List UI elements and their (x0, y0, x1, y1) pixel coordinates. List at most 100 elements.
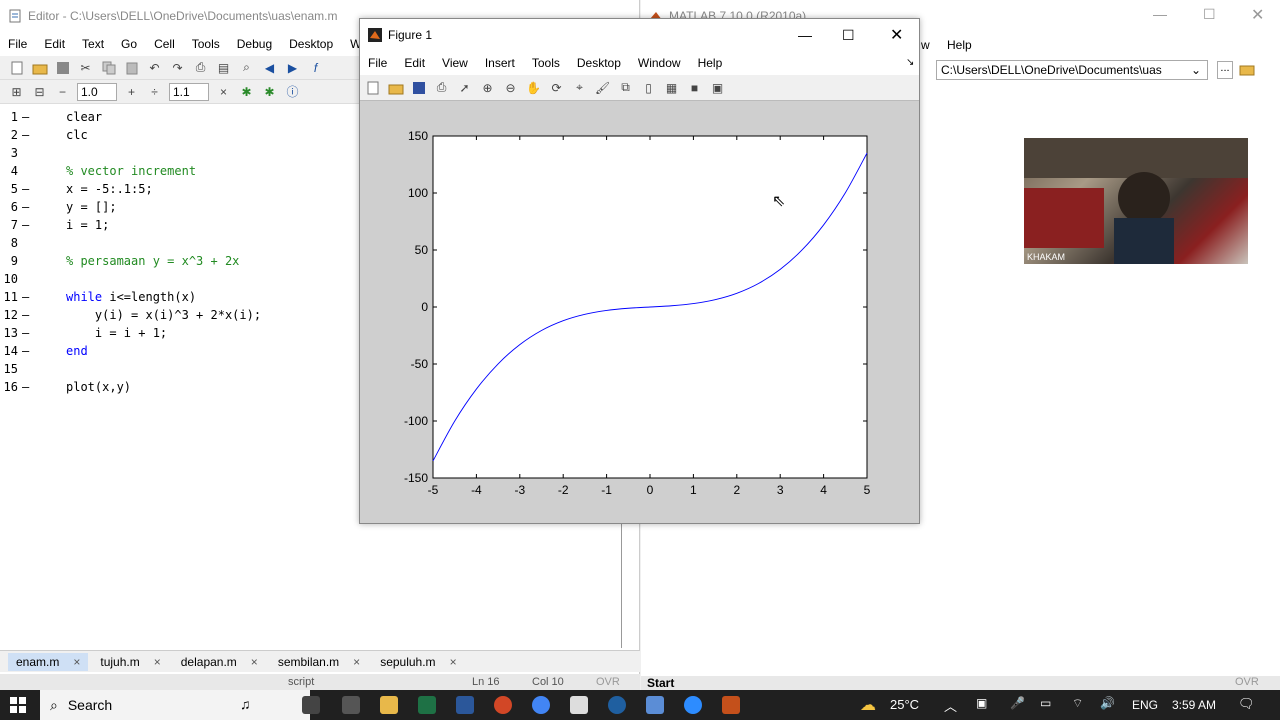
brush-icon[interactable]: 🖌 (594, 79, 611, 96)
new-figure-icon[interactable] (364, 79, 381, 96)
dock-arrow-icon[interactable]: ↘ (906, 57, 914, 68)
print-icon[interactable]: ⎙ (192, 59, 209, 76)
editor-tab[interactable]: sembilan.m × (270, 653, 368, 671)
editor-menu-item[interactable]: Debug (237, 37, 272, 51)
browse-folder-button[interactable]: ... (1217, 61, 1233, 79)
figure-close-button[interactable]: ✕ (890, 25, 903, 45)
figure-minimize-button[interactable]: — (798, 27, 812, 43)
breakpoint-marker[interactable]: – (22, 182, 34, 196)
plot-area[interactable]: -5 -4 -3 -2 -1 0 1 2 3 4 5 150 100 50 0 -50 -100 -150 (360, 101, 919, 523)
eval-advance-icon[interactable]: ✱ (261, 83, 278, 100)
matlab-taskbar-icon[interactable] (722, 696, 740, 714)
figure-menu-item[interactable]: File (368, 56, 387, 70)
insert-cell-icon[interactable]: ⊞ (8, 83, 25, 100)
current-folder-input[interactable]: C:\Users\DELL\OneDrive\Documents\uas ⌄ (936, 60, 1208, 80)
paste-icon[interactable] (123, 59, 140, 76)
breakpoint-marker[interactable]: – (22, 326, 34, 340)
figure-menu-item[interactable]: Edit (404, 56, 425, 70)
close-tab-icon[interactable]: × (450, 655, 457, 669)
figure-menu-item[interactable]: Insert (485, 56, 515, 70)
legend-icon[interactable]: ▦ (663, 79, 680, 96)
menu-window-partial[interactable]: w (921, 38, 930, 52)
info-icon[interactable]: ⓘ (284, 83, 301, 100)
editor-menu-item[interactable]: Text (82, 37, 104, 51)
folder-up-icon[interactable] (1239, 62, 1255, 79)
powerpoint-icon[interactable] (494, 696, 512, 714)
publish-icon[interactable]: ▤ (215, 59, 232, 76)
close-tab-icon[interactable]: × (251, 655, 258, 669)
editor-menu-item[interactable]: Go (121, 37, 137, 51)
breakpoint-marker[interactable]: – (22, 110, 34, 124)
new-file-icon[interactable] (8, 59, 25, 76)
copy-icon[interactable] (100, 59, 117, 76)
breakpoint-marker[interactable]: – (22, 344, 34, 358)
notification-icon[interactable]: 🗨 (1238, 696, 1255, 712)
back-icon[interactable]: ◀ (261, 59, 278, 76)
redo-icon[interactable]: ↷ (169, 59, 186, 76)
find-icon[interactable]: ⌕ (238, 59, 255, 76)
forward-icon[interactable]: ▶ (284, 59, 301, 76)
figure-menu-item[interactable]: Help (698, 56, 723, 70)
function-icon[interactable]: f (307, 59, 324, 76)
figure-menu-item[interactable]: View (442, 56, 468, 70)
notepad-icon[interactable] (570, 696, 588, 714)
start-button[interactable]: Start (647, 676, 674, 690)
meet-icon[interactable]: ▣ (976, 696, 987, 710)
close-tab-icon[interactable]: × (154, 655, 161, 669)
battery-icon[interactable]: ▭ (1040, 696, 1051, 710)
edit-plot-arrow-icon[interactable]: ➚ (456, 79, 473, 96)
file-explorer-icon[interactable] (380, 696, 398, 714)
breakpoint-marker[interactable]: – (22, 290, 34, 304)
figure-menu-item[interactable]: Window (638, 56, 681, 70)
windows-start-icon[interactable] (10, 697, 26, 716)
maximize-button[interactable]: ☐ (1203, 6, 1216, 23)
open-folder-icon[interactable] (31, 59, 48, 76)
pan-hand-icon[interactable]: ✋ (525, 79, 542, 96)
close-tab-icon[interactable]: × (353, 655, 360, 669)
menu-help[interactable]: Help (947, 38, 972, 52)
increment-button[interactable]: + (123, 83, 140, 100)
minimize-button[interactable]: — (1153, 6, 1167, 22)
speaker-icon[interactable]: 🔊 (1100, 696, 1115, 710)
breakpoint-marker[interactable]: – (22, 200, 34, 214)
decrement-value-field[interactable] (77, 82, 117, 101)
zoom-out-icon[interactable]: ⊖ (502, 79, 519, 96)
language-indicator[interactable]: ENG (1132, 698, 1158, 712)
rotate-3d-icon[interactable]: ⟳ (548, 79, 565, 96)
editor-menu-item[interactable]: Edit (44, 37, 65, 51)
divide-button[interactable]: ÷ (146, 83, 163, 100)
breakpoint-marker[interactable]: – (22, 128, 34, 142)
taskbar-search-box[interactable]: ⌕ Search ♫ (40, 690, 310, 720)
editor-tab[interactable]: tujuh.m × (92, 653, 168, 671)
open-file-icon[interactable] (387, 79, 404, 96)
editor-tab[interactable]: enam.m × (8, 652, 89, 671)
link-plot-icon[interactable]: ⧉ (617, 79, 634, 96)
browser-icon[interactable] (608, 696, 626, 714)
breakpoint-marker[interactable]: – (22, 218, 34, 232)
multiply-value-field[interactable] (169, 82, 209, 101)
show-plot-tools-icon[interactable]: ▣ (709, 79, 726, 96)
editor-menu-item[interactable]: Desktop (289, 37, 333, 51)
hide-plot-tools-icon[interactable]: ■ (686, 79, 703, 96)
multiply-button[interactable]: × (215, 83, 232, 100)
print-figure-icon[interactable]: ⎙ (433, 79, 450, 96)
figure-menu-item[interactable]: Tools (532, 56, 560, 70)
colorbar-icon[interactable]: ▯ (640, 79, 657, 96)
eval-cell-icon[interactable]: ✱ (238, 83, 255, 100)
clock[interactable]: 3:59 AM (1172, 698, 1216, 712)
figure-maximize-button[interactable]: ☐ (842, 27, 855, 44)
editor-menu-item[interactable]: Cell (154, 37, 175, 51)
editor-tab[interactable]: sepuluh.m × (372, 653, 464, 671)
save-icon[interactable] (54, 59, 71, 76)
chrome-icon[interactable] (532, 696, 550, 714)
decrement-button[interactable]: − (54, 83, 71, 100)
chevron-down-icon[interactable]: ⌄ (1191, 63, 1201, 77)
editor-menu-item[interactable]: Tools (192, 37, 220, 51)
box-app-icon[interactable] (646, 696, 664, 714)
undo-icon[interactable]: ↶ (146, 59, 163, 76)
wifi-icon[interactable]: ⌔ (1072, 696, 1083, 711)
breakpoint-marker[interactable]: – (22, 308, 34, 322)
microphone-icon[interactable]: 🎤 (1010, 696, 1025, 710)
close-button[interactable]: ✕ (1251, 5, 1264, 25)
save-figure-icon[interactable] (410, 79, 427, 96)
